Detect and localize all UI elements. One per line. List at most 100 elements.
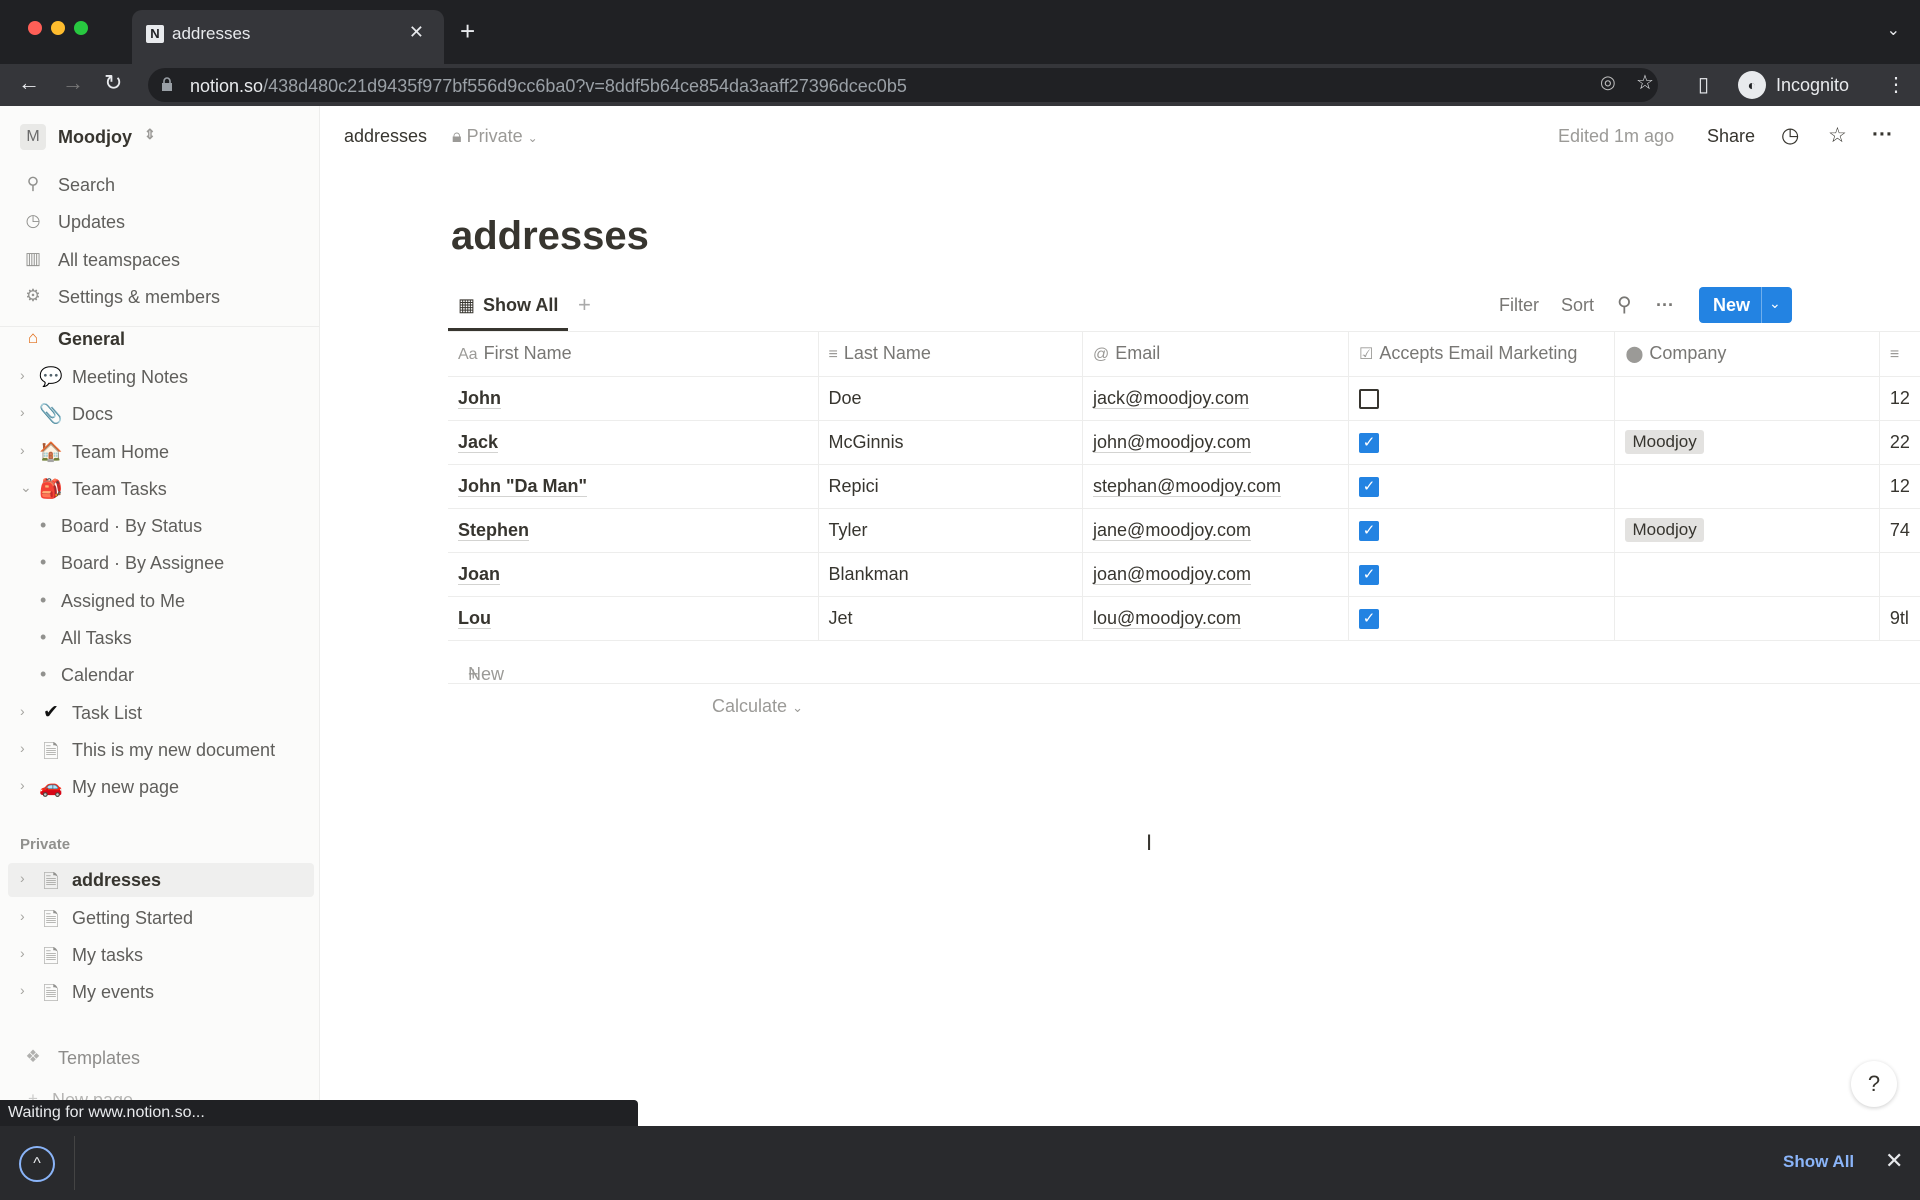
browser-tab[interactable]: N addresses ✕ (132, 10, 444, 64)
sidebar-page-my-tasks[interactable]: › 🗎 My tasks (0, 938, 320, 972)
sidebar-page-my-new-page[interactable]: › 🚗 My new page (0, 770, 320, 804)
sidebar-page-docs[interactable]: › 📎 Docs (0, 397, 320, 431)
chevron-right-icon[interactable]: › (20, 870, 25, 886)
search-icon[interactable]: ⚲ (1617, 292, 1632, 317)
table-row[interactable]: Joan Blankman joan@moodjoy.com ✓ (448, 552, 1920, 597)
cell-company[interactable] (1614, 464, 1880, 509)
privacy-dropdown[interactable]: 🔒︎ Private ⌄ (452, 126, 538, 147)
close-window-button[interactable] (28, 21, 42, 35)
cell-email[interactable]: jack@moodjoy.com (1082, 376, 1349, 421)
sidebar-page-addresses[interactable]: › 🗎 addresses (8, 863, 314, 897)
side-panel-icon[interactable]: ▯ (1698, 72, 1709, 97)
calculate-dropdown[interactable]: Calculate ⌄ (712, 696, 803, 717)
sidebar-item-updates[interactable]: ◷ Updates (0, 205, 320, 239)
sidebar-page-meeting-notes[interactable]: › 💬 Meeting Notes (0, 360, 320, 394)
add-row-button[interactable]: + New (448, 642, 1920, 684)
new-tab-button[interactable]: + (460, 18, 475, 44)
back-button[interactable]: ← (18, 70, 40, 96)
forward-button[interactable]: → (62, 70, 84, 96)
cell-company[interactable]: Moodjoy (1614, 420, 1880, 465)
sidebar-subpage[interactable]: • Board · By Assignee (0, 546, 320, 580)
cell-email[interactable]: lou@moodjoy.com (1082, 596, 1349, 641)
cell-last-name[interactable]: Repici (818, 464, 1084, 509)
cell-last-name[interactable]: Jet (818, 596, 1084, 641)
cell-company[interactable] (1614, 596, 1880, 641)
cell-first-name[interactable]: John (448, 376, 819, 421)
more-options-icon[interactable]: ··· (1872, 123, 1893, 147)
close-tab-icon[interactable]: ✕ (409, 22, 424, 43)
checkbox-checked[interactable]: ✓ (1358, 608, 1379, 629)
chevron-right-icon[interactable]: › (20, 945, 25, 961)
column-header-last-name[interactable]: ≡ Last Name (818, 332, 1084, 377)
sidebar-subpage[interactable]: • Assigned to Me (0, 584, 320, 618)
column-header-accepts-email-marketing[interactable]: ☑ Accepts Email Marketing (1348, 332, 1616, 377)
cell-first-name[interactable]: Joan (448, 552, 819, 597)
column-header-first-name[interactable]: Aa First Name (448, 332, 819, 377)
cell-email[interactable]: jane@moodjoy.com (1082, 508, 1349, 553)
incognito-profile-button[interactable]: ◐ Incognito (1730, 67, 1900, 103)
cell-address[interactable] (1879, 552, 1920, 597)
column-header-email[interactable]: @ Email (1082, 332, 1349, 377)
sidebar-page-my-events[interactable]: › 🗎 My events (0, 975, 320, 1009)
cell-address[interactable]: 12 (1879, 376, 1920, 421)
cell-company[interactable] (1614, 376, 1880, 421)
cell-email[interactable]: john@moodjoy.com (1082, 420, 1349, 465)
checkbox-checked[interactable]: ✓ (1358, 564, 1379, 585)
history-clock-icon[interactable]: ◷ (1781, 123, 1799, 148)
cell-company[interactable] (1614, 552, 1880, 597)
cell-address[interactable]: 12 (1879, 464, 1920, 509)
chevron-right-icon[interactable]: › (20, 703, 25, 719)
chevron-right-icon[interactable]: › (20, 404, 25, 420)
checkbox-unchecked[interactable] (1358, 388, 1379, 409)
sort-button[interactable]: Sort (1561, 295, 1594, 316)
download-chevron-up-icon[interactable]: ^ (19, 1146, 55, 1182)
cell-address[interactable]: 9tl (1879, 596, 1920, 641)
filter-button[interactable]: Filter (1499, 295, 1539, 316)
close-downloads-bar-icon[interactable]: ✕ (1885, 1148, 1903, 1174)
column-header-address[interactable]: ≡ (1879, 332, 1920, 377)
sidebar-item-all-teamspaces[interactable]: ▥ All teamspaces (0, 243, 320, 277)
sidebar-teamspace-general[interactable]: ⌂ General (0, 322, 320, 356)
checkbox-checked[interactable]: ✓ (1358, 432, 1379, 453)
chevron-right-icon[interactable]: › (20, 777, 25, 793)
minimize-window-button[interactable] (51, 21, 65, 35)
sidebar-subpage[interactable]: • All Tasks (0, 621, 320, 655)
sidebar-page-getting-started[interactable]: › 🗎 Getting Started (0, 901, 320, 935)
show-all-downloads-button[interactable]: Show All (1783, 1152, 1854, 1172)
favorite-star-icon[interactable]: ☆ (1828, 123, 1847, 148)
breadcrumb[interactable]: addresses (344, 126, 427, 147)
table-row[interactable]: John Doe jack@moodjoy.com 12 (448, 376, 1920, 421)
checkbox-checked[interactable]: ✓ (1358, 476, 1379, 497)
table-row[interactable]: Stephen Tyler jane@moodjoy.com ✓ Moodjoy 74 (448, 508, 1920, 553)
cell-first-name[interactable]: Jack (448, 420, 819, 465)
tab-search-chevron-icon[interactable]: ⌄ (1887, 20, 1900, 40)
sidebar-subpage[interactable]: • Calendar (0, 658, 320, 692)
bookmark-star-icon[interactable]: ☆ (1636, 70, 1654, 95)
sidebar-page-new-document[interactable]: › 🗎 This is my new document (0, 733, 320, 767)
chevron-right-icon[interactable]: › (20, 442, 25, 458)
cell-last-name[interactable]: Tyler (818, 508, 1084, 553)
sidebar-item-settings[interactable]: ⚙ Settings & members (0, 280, 320, 314)
sidebar-templates[interactable]: ❖ Templates (0, 1041, 320, 1075)
cell-first-name[interactable]: Lou (448, 596, 819, 641)
tracking-eye-slash-icon[interactable]: ◎ (1600, 72, 1616, 93)
help-button[interactable]: ? (1851, 1061, 1897, 1107)
column-header-company[interactable]: ⬤ Company (1614, 332, 1880, 377)
sidebar-subpage[interactable]: • Board · By Status (0, 509, 320, 543)
chevron-down-icon[interactable]: ⌄ (1769, 295, 1781, 312)
cell-address[interactable]: 22 (1879, 420, 1920, 465)
cell-company[interactable]: Moodjoy (1614, 508, 1880, 553)
table-row[interactable]: Lou Jet lou@moodjoy.com ✓ 9tl (448, 596, 1920, 641)
chevron-down-icon[interactable]: ⌄ (20, 479, 32, 496)
sidebar-item-search[interactable]: ⚲ Search (0, 168, 320, 202)
chevron-right-icon[interactable]: › (20, 367, 25, 383)
browser-menu-icon[interactable]: ⋮ (1886, 72, 1906, 97)
share-button[interactable]: Share (1707, 126, 1755, 147)
view-tab-show-all[interactable]: ▦ Show All (448, 286, 569, 331)
cell-email[interactable]: joan@moodjoy.com (1082, 552, 1349, 597)
chevron-right-icon[interactable]: › (20, 982, 25, 998)
new-record-button[interactable]: New ⌄ (1699, 287, 1792, 323)
chevron-right-icon[interactable]: › (20, 740, 25, 756)
cell-email[interactable]: stephan@moodjoy.com (1082, 464, 1349, 509)
cell-last-name[interactable]: Doe (818, 376, 1084, 421)
